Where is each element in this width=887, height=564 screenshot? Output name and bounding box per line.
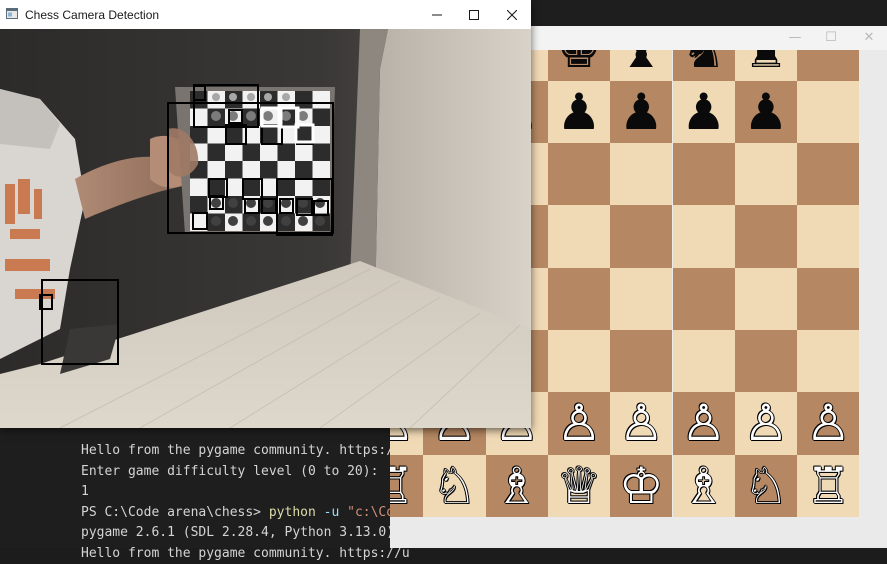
white-piece-icon[interactable]: ♘	[735, 455, 797, 517]
minimize-icon	[432, 10, 442, 20]
camera-minimize-button[interactable]	[418, 0, 456, 29]
close-icon	[507, 10, 517, 20]
board-square[interactable]	[797, 205, 859, 267]
board-square[interactable]	[797, 50, 859, 81]
black-piece-icon[interactable]: ♝	[610, 50, 672, 81]
camera-frame-image	[0, 29, 531, 428]
white-piece-icon[interactable]: ♙	[610, 392, 672, 454]
camera-maximize-button[interactable]	[455, 0, 493, 29]
board-square[interactable]	[797, 330, 859, 392]
white-piece-icon[interactable]: ♕	[548, 455, 610, 517]
maximize-icon	[469, 10, 479, 20]
board-square[interactable]	[797, 81, 859, 143]
board-square[interactable]	[673, 268, 735, 330]
white-piece-icon[interactable]: ♙	[797, 392, 859, 454]
terminal-line: Hello from the pygame community. https:/…	[62, 544, 422, 564]
camera-window-titlebar[interactable]: Chess Camera Detection	[0, 0, 531, 29]
app-window-icon	[6, 8, 18, 19]
black-piece-icon[interactable]: ♟	[735, 81, 797, 143]
board-square[interactable]	[610, 143, 672, 205]
white-piece-icon[interactable]: ♘	[423, 455, 485, 517]
board-square[interactable]	[673, 205, 735, 267]
board-square[interactable]	[797, 143, 859, 205]
board-square[interactable]	[735, 143, 797, 205]
board-square[interactable]	[735, 330, 797, 392]
board-square[interactable]	[548, 205, 610, 267]
terminal-line: 1	[62, 482, 422, 503]
white-piece-icon[interactable]: ♗	[673, 455, 735, 517]
board-square[interactable]	[610, 330, 672, 392]
white-piece-icon[interactable]: ♙	[735, 392, 797, 454]
camera-window: Chess Camera Detection	[0, 0, 531, 428]
board-square[interactable]	[735, 268, 797, 330]
black-piece-icon[interactable]: ♟	[610, 81, 672, 143]
board-square[interactable]	[548, 268, 610, 330]
board-square[interactable]	[673, 143, 735, 205]
terminal-line: Hello from the pygame community. https:/…	[62, 441, 422, 462]
white-piece-icon[interactable]: ♖	[797, 455, 859, 517]
white-piece-icon[interactable]: ♙	[548, 392, 610, 454]
terminal-line: pygame 2.6.1 (SDL 2.28.4, Python 3.13.0)	[62, 523, 422, 544]
board-square[interactable]	[610, 205, 672, 267]
terminal-prompt-line: PS C:\Code arena\chess> python -u "c:\Co…	[62, 503, 422, 524]
black-piece-icon[interactable]: ♚	[548, 50, 610, 81]
board-maximize-button[interactable]: ☐	[816, 29, 846, 47]
black-piece-icon[interactable]: ♜	[735, 50, 797, 81]
black-piece-icon[interactable]: ♟	[548, 81, 610, 143]
camera-close-button[interactable]	[493, 0, 531, 29]
white-piece-icon[interactable]: ♗	[486, 455, 548, 517]
board-square[interactable]	[735, 205, 797, 267]
white-piece-icon[interactable]: ♖	[390, 455, 423, 517]
white-piece-icon[interactable]: ♔	[610, 455, 672, 517]
board-square[interactable]	[548, 330, 610, 392]
board-square[interactable]	[610, 268, 672, 330]
board-minimize-button[interactable]: —	[780, 29, 810, 47]
board-close-button[interactable]: ✕	[854, 29, 884, 47]
white-piece-icon[interactable]: ♙	[673, 392, 735, 454]
black-piece-icon[interactable]: ♟	[673, 81, 735, 143]
camera-feed	[0, 29, 531, 428]
terminal-line: Enter game difficulty level (0 to 20):	[62, 462, 422, 483]
black-piece-icon[interactable]: ♞	[673, 50, 735, 81]
board-square[interactable]	[548, 143, 610, 205]
camera-chessboard	[168, 91, 330, 231]
terminal-output: Hello from the pygame community. https:/…	[62, 441, 422, 564]
camera-window-title: Chess Camera Detection	[25, 8, 159, 22]
board-square[interactable]	[673, 330, 735, 392]
board-square[interactable]	[797, 268, 859, 330]
